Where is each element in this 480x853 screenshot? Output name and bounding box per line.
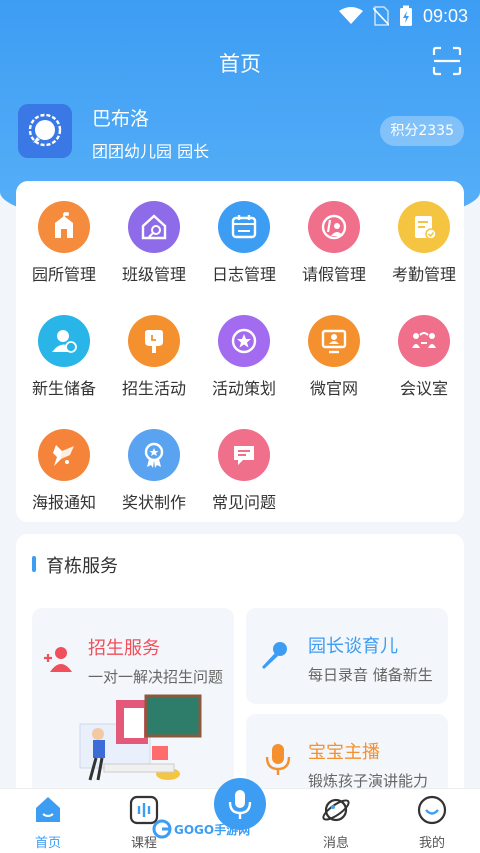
menu-item-faq[interactable]: 常见问题 (199, 429, 289, 529)
microphone-icon (262, 642, 287, 669)
page-title: 首页 (219, 52, 261, 76)
menu-item-attendance-management[interactable]: 考勤管理 (379, 201, 469, 301)
menu-label: 奖状制作 (121, 493, 186, 512)
leave-icon (308, 201, 360, 253)
service-director-parenting-talk[interactable]: 园长谈育儿 每日录音 储备新生 (246, 608, 448, 704)
battery-charging-icon (399, 5, 412, 26)
service-subtitle: 一对一解决招生问题 (88, 668, 224, 686)
menu-item-class-management[interactable]: 班级管理 (109, 201, 199, 301)
wifi-icon (338, 7, 363, 24)
watermark-logo: GOGO手游网 (152, 818, 250, 840)
no-sim-icon (372, 6, 389, 26)
planet-message-icon (319, 793, 353, 827)
service-title: 招生服务 (88, 638, 160, 659)
menu-label: 请假管理 (301, 265, 366, 284)
services-card: 育栋服务 招生服务 一对一解决招生问题 园长谈育儿 每日录音 储备新生 宝宝主播… (16, 534, 464, 804)
section-accent-bar (32, 556, 36, 572)
menu-label: 会议室 (399, 379, 448, 398)
menu-label: 新生储备 (31, 379, 96, 398)
tab-label: 首页 (34, 836, 61, 851)
menu-item-campus-management[interactable]: 园所管理 (19, 201, 109, 301)
menu-label: 班级管理 (121, 265, 186, 284)
microphone-icon (228, 790, 252, 819)
chat-bubble-icon (28, 113, 62, 147)
monitor-icon (308, 315, 360, 367)
add-person-icon (44, 647, 72, 672)
attendance-icon (398, 201, 450, 253)
menu-item-award-making[interactable]: 奖状制作 (109, 429, 199, 529)
service-recruitment[interactable]: 招生服务 一对一解决招生问题 (32, 608, 234, 804)
menu-label: 园所管理 (31, 265, 96, 284)
menu-label: 考勤管理 (391, 265, 456, 284)
menu-item-log-management[interactable]: 日志管理 (199, 201, 289, 301)
menu-item-micro-website[interactable]: 微官网 (289, 315, 379, 415)
poster-icon (38, 429, 90, 481)
menu-item-new-student-reserve[interactable]: 新生储备 (19, 315, 109, 415)
tab-label: 我的 (418, 836, 445, 851)
new-student-icon (38, 315, 90, 367)
award-icon (128, 429, 180, 481)
service-title: 宝宝主播 (308, 742, 380, 763)
tab-mine[interactable]: 我的 (392, 793, 472, 851)
menu-label: 活动策划 (211, 379, 276, 398)
tab-home[interactable]: 首页 (8, 793, 88, 851)
menu-label: 招生活动 (121, 379, 186, 398)
service-title: 园长谈育儿 (308, 636, 398, 657)
faq-icon (218, 429, 270, 481)
podcast-mic-icon (265, 744, 291, 775)
user-organization: 团团幼儿园 园长 (92, 142, 210, 161)
scan-icon (432, 46, 462, 76)
tab-messages[interactable]: 消息 (296, 793, 376, 851)
user-name: 巴布洛 (92, 108, 150, 130)
school-icon (38, 201, 90, 253)
profile-header[interactable]: 巴布洛 团团幼儿园 园长 积分2335 (18, 104, 464, 164)
gogo-logo-icon (152, 819, 172, 839)
home-icon (31, 793, 65, 827)
calendar-icon (218, 201, 270, 253)
scan-button[interactable] (432, 46, 462, 76)
star-badge-icon (218, 315, 270, 367)
menu-item-recruit-activity[interactable]: 招生活动 (109, 315, 199, 415)
menu-label: 海报通知 (31, 493, 96, 512)
classroom-illustration (79, 694, 202, 781)
section-title: 育栋服务 (46, 556, 118, 577)
menu-label: 微官网 (309, 379, 358, 398)
feature-menu-card: 园所管理 班级管理 日志管理 请假管理 考勤管理 新生储备 招生活动 活动策划 … (16, 181, 464, 522)
avatar[interactable] (18, 104, 72, 158)
profile-smile-icon (415, 793, 449, 827)
class-house-icon (128, 201, 180, 253)
menu-item-meeting-room[interactable]: 会议室 (379, 315, 469, 415)
tab-label: 消息 (322, 836, 349, 851)
menu-item-event-planning[interactable]: 活动策划 (199, 315, 289, 415)
status-bar: 09:03 (0, 0, 480, 34)
title-bar: 首页 (0, 44, 480, 80)
clock: 09:03 (422, 5, 468, 26)
recruit-activity-icon (128, 315, 180, 367)
service-subtitle: 每日录音 储备新生 (308, 666, 433, 684)
menu-label: 常见问题 (211, 493, 276, 512)
watermark-text: GOGO手游网 (174, 822, 251, 837)
points-badge[interactable]: 积分2335 (380, 116, 464, 146)
menu-label: 日志管理 (211, 265, 276, 284)
meeting-room-icon (398, 315, 450, 367)
menu-item-leave-management[interactable]: 请假管理 (289, 201, 379, 301)
menu-item-poster-notice[interactable]: 海报通知 (19, 429, 109, 529)
